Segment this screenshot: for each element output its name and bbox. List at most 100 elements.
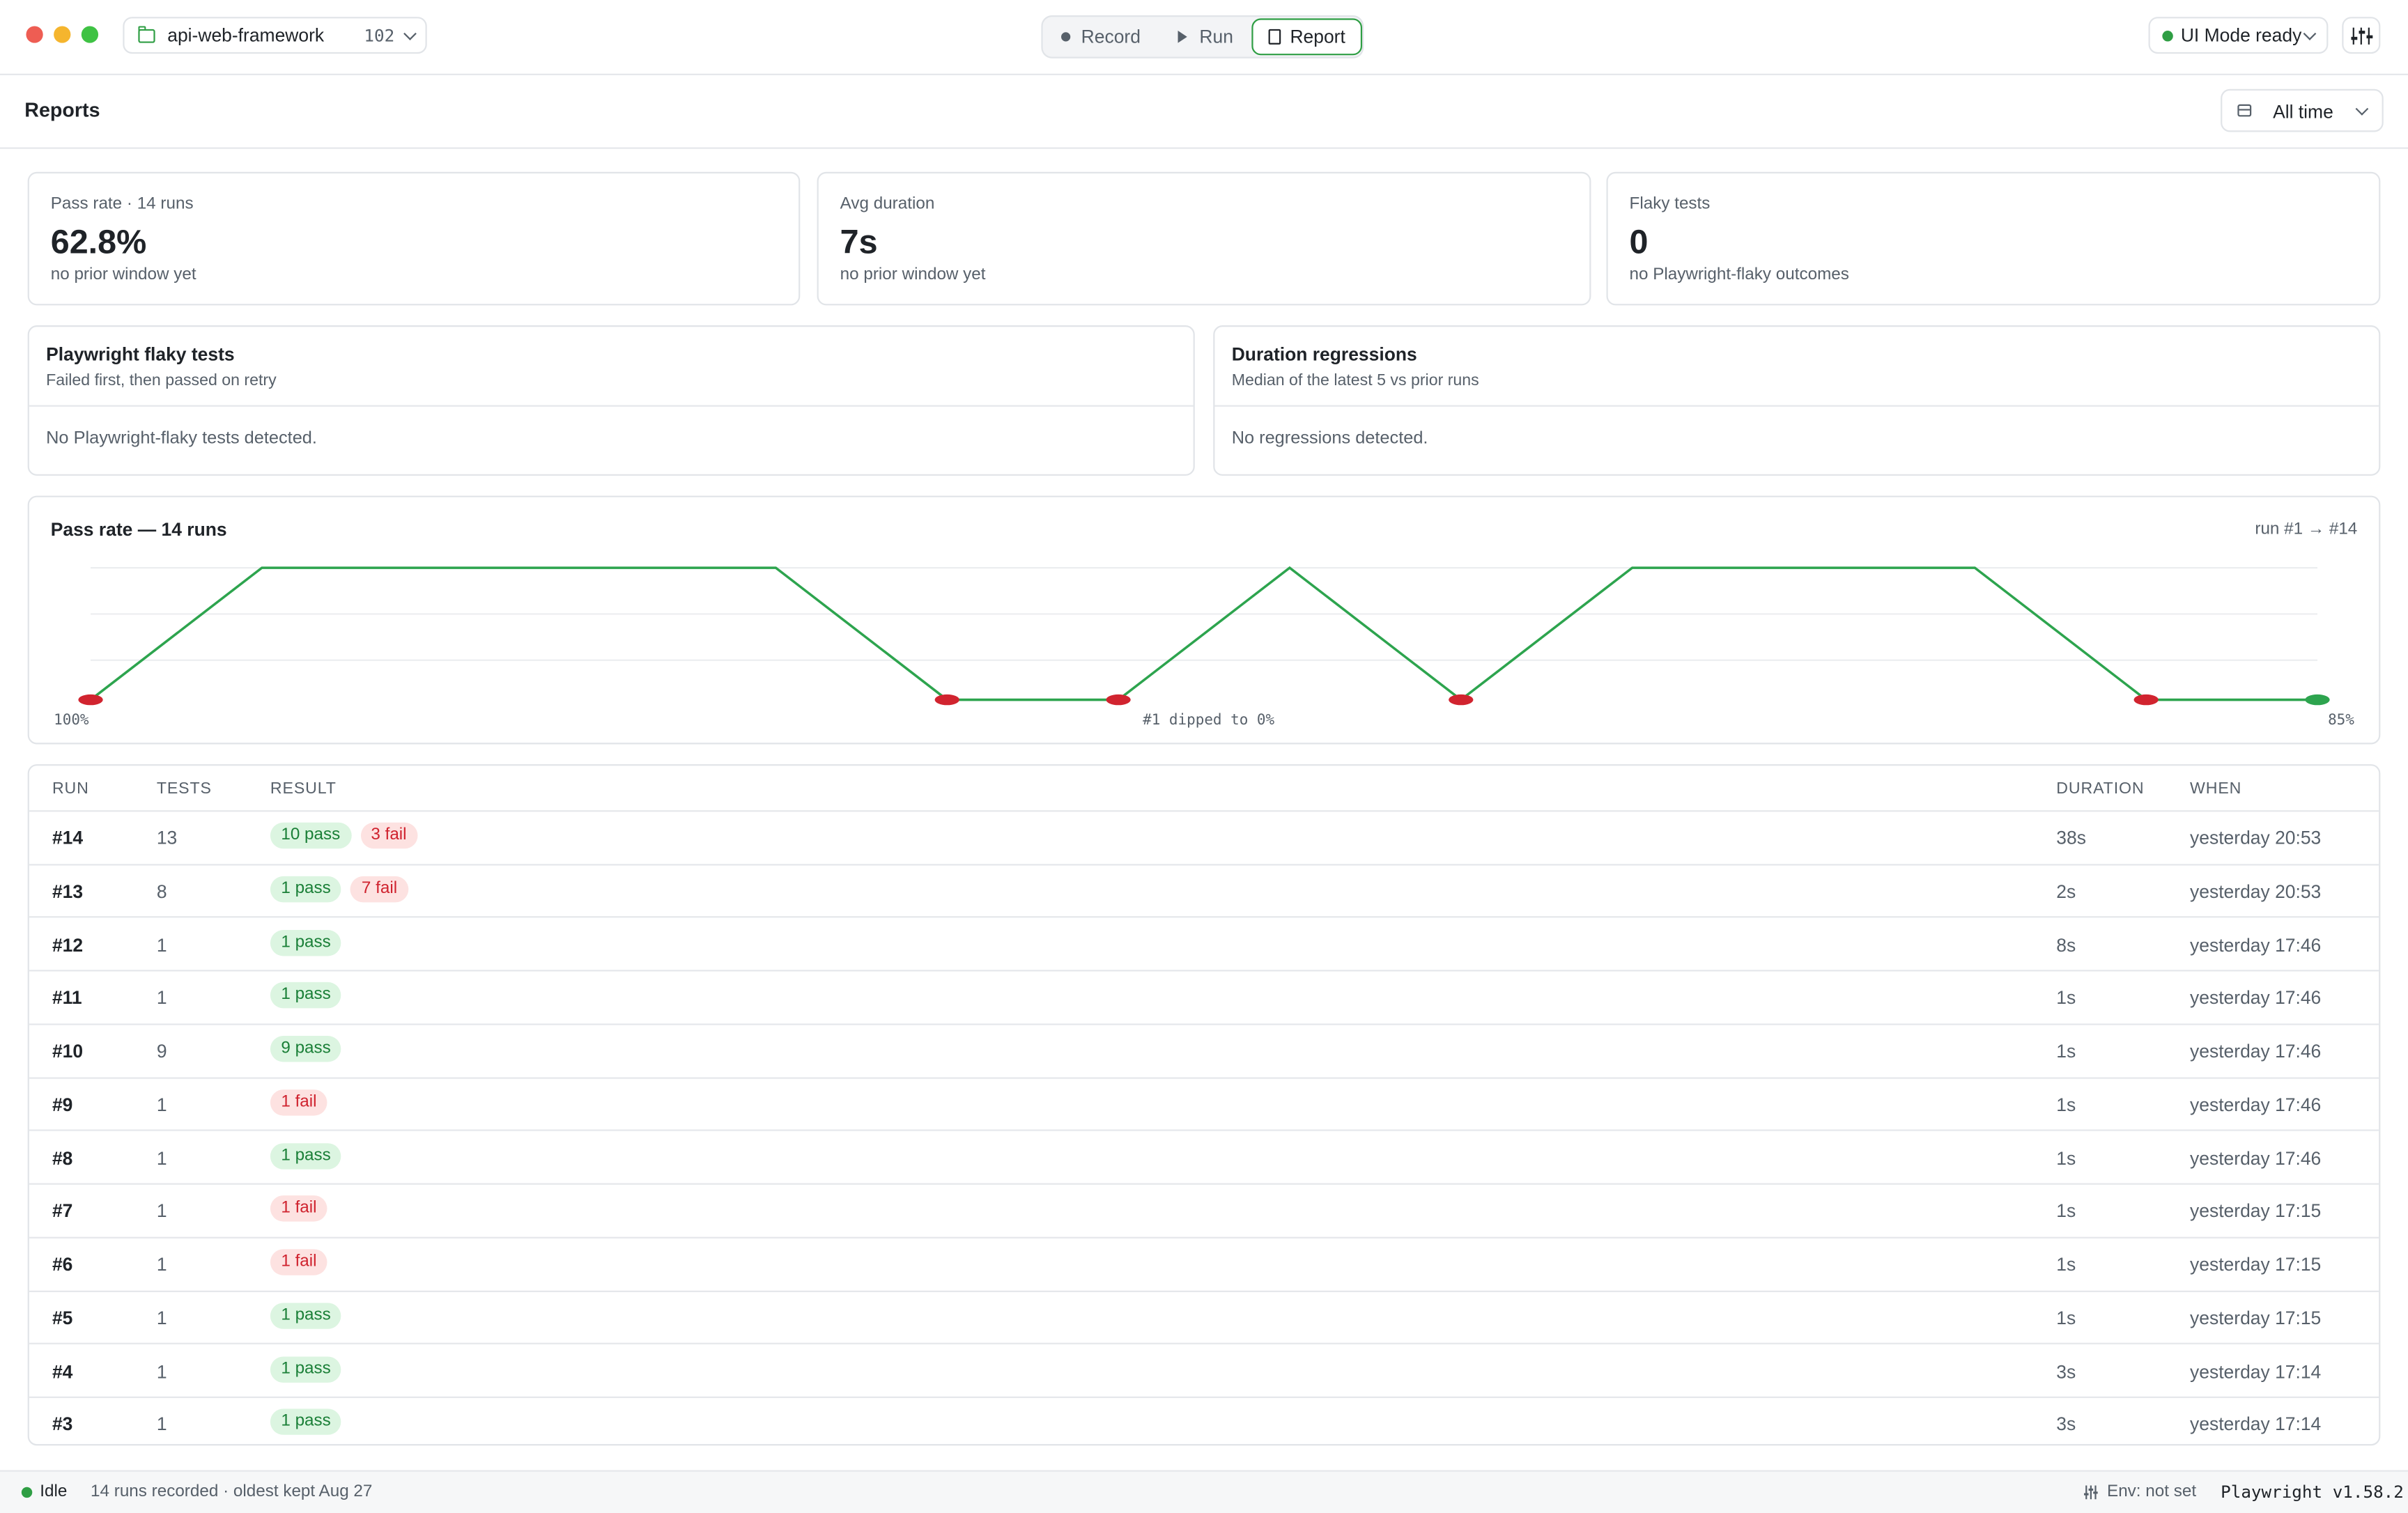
table-row[interactable]: #7 1 1 fail 1s yesterday 17:15 [29,1184,2379,1239]
pass-badge: 9 pass [270,1036,342,1062]
calendar-icon [2237,104,2252,117]
status-message: 14 runs recorded · oldest kept Aug 27 [91,1482,373,1501]
result-badges: 1 pass [270,929,342,956]
table-header: RUN TESTS RESULT DURATION WHEN [29,766,2379,812]
stat-label: Avg duration [840,194,935,214]
run-duration: 1s [2056,1253,2076,1275]
mode-run-label: Run [1199,26,1233,48]
table-row[interactable]: #6 1 1 fail 1s yesterday 17:15 [29,1237,2379,1292]
chart-label-center: #1 dipped to 0% [1143,711,1274,728]
run-duration: 1s [2056,1200,2076,1223]
mode-run-button[interactable]: Run [1178,22,1233,52]
result-badges: 1 fail [270,1089,328,1116]
run-id: #14 [52,827,84,849]
run-id: #6 [52,1253,73,1275]
run-id: #13 [52,880,84,902]
chart-point-run-13[interactable] [2133,694,2159,706]
result-badges: 9 pass [270,1036,342,1062]
table-row[interactable]: #4 1 1 pass 3s yesterday 17:14 [29,1344,2379,1399]
empty-state: No Playwright-flaky tests detected. [46,429,317,449]
chart-point-run-9[interactable] [1449,694,1474,706]
test-count: 1 [156,987,167,1009]
run-duration: 3s [2056,1360,2076,1382]
table-row[interactable]: #14 13 10 pass 3 fail 38s yesterday 20:53 [29,810,2379,865]
chart-label-left: 100% [54,711,89,728]
column-header-run: RUN [52,779,89,798]
stat-card-flaky-tests: Flaky tests 0 no Playwright-flaky outcom… [1606,171,2381,306]
column-header-duration: DURATION [2056,779,2145,798]
mode-switcher: Record Run Report [1041,15,1364,59]
pass-rate-series-line [89,566,2317,701]
ui-mode-status-dropdown[interactable]: UI Mode ready [2148,17,2329,54]
chart-title: Pass rate — 14 runs [50,518,227,541]
pass-rate-chart: 100% #1 dipped to 0% 85% [54,566,2354,728]
project-selector[interactable]: api-web-framework 102 [123,17,427,54]
title-bar: api-web-framework 102 Record Run Report … [0,0,2408,75]
table-row[interactable]: #5 1 1 pass 1s yesterday 17:15 [29,1290,2379,1345]
sliders-icon [2349,27,2358,45]
run-time: yesterday 17:15 [2190,1253,2322,1275]
result-badges: 1 pass [270,1302,342,1329]
stat-card-avg-duration: Avg duration 7s no prior window yet [817,171,1591,306]
fail-badge: 3 fail [360,822,418,849]
run-time: yesterday 17:46 [2190,1147,2322,1169]
panel-subtitle: Median of the latest 5 vs prior runs [1231,371,1479,390]
pass-badge: 1 pass [270,876,342,902]
chart-point-run-6[interactable] [934,694,959,706]
table-row[interactable]: #12 1 1 pass 8s yesterday 17:46 [29,917,2379,972]
table-row[interactable]: #11 1 1 pass 1s yesterday 17:46 [29,970,2379,1025]
minimize-window-button[interactable] [54,26,71,43]
chart-point-run-1[interactable] [78,694,103,706]
panel-subtitle: Failed first, then passed on retry [46,371,277,390]
run-id: #5 [52,1307,73,1329]
table-row[interactable]: #9 1 1 fail 1s yesterday 17:46 [29,1077,2379,1132]
fail-badge: 1 fail [270,1089,328,1116]
run-id: #12 [52,933,84,956]
run-time: yesterday 17:46 [2190,987,2322,1009]
table-row[interactable]: #8 1 1 pass 1s yesterday 17:46 [29,1131,2379,1186]
mode-report-button[interactable]: Report [1251,18,1363,56]
time-filter-label: All time [2273,101,2333,123]
column-header-tests: TESTS [156,779,212,798]
fail-badge: 1 fail [270,1249,328,1275]
status-bar: Idle 14 runs recorded · oldest kept Aug … [0,1470,2408,1513]
close-window-button[interactable] [26,26,43,43]
run-time: yesterday 20:53 [2190,827,2322,849]
pass-badge: 1 pass [270,1302,342,1329]
stat-value: 7s [840,222,878,261]
pass-badge: 1 pass [270,929,342,956]
divider [1214,405,2379,407]
test-count: 1 [156,933,167,956]
mode-report-label: Report [1290,26,1345,48]
table-row[interactable]: #3 1 1 pass 3s yesterday 17:14 [29,1397,2379,1444]
run-duration: 3s [2056,1413,2076,1436]
time-filter-dropdown[interactable]: All time [2221,88,2384,132]
chevron-down-icon [2355,102,2369,116]
result-badges: 1 pass [270,1409,342,1436]
run-duration: 1s [2056,987,2076,1009]
test-count: 13 [156,827,178,849]
zoom-window-button[interactable] [81,26,99,43]
flaky-tests-panel: Playwright flaky tests Failed first, the… [27,325,1195,476]
chart-point-run-7[interactable] [1106,694,1131,706]
chart-range-label: run #1 → #14 [2255,520,2358,539]
chart-point-run-14[interactable] [2305,694,2330,706]
result-badges: 1 pass [270,1142,342,1169]
test-count: 1 [156,1413,167,1436]
run-id: #4 [52,1360,73,1382]
test-count: 1 [156,1253,167,1275]
run-time: yesterday 17:14 [2190,1413,2322,1436]
table-row[interactable]: #13 8 1 pass 7 fail 2s yesterday 20:53 [29,864,2379,919]
run-duration: 8s [2056,933,2076,956]
test-count: 1 [156,1360,167,1382]
settings-button[interactable] [2342,17,2381,54]
stat-sub: no prior window yet [50,265,196,284]
status-state: Idle [40,1482,68,1501]
table-row[interactable]: #10 9 9 pass 1s yesterday 17:46 [29,1023,2379,1079]
playwright-version: Playwright v1.58.2 [2221,1482,2404,1503]
run-time: yesterday 17:46 [2190,933,2322,956]
run-time: yesterday 17:14 [2190,1360,2322,1382]
env-status[interactable]: Env: not set [2107,1482,2196,1500]
result-badges: 1 fail [270,1195,328,1223]
mode-record-button[interactable]: Record [1061,22,1141,52]
